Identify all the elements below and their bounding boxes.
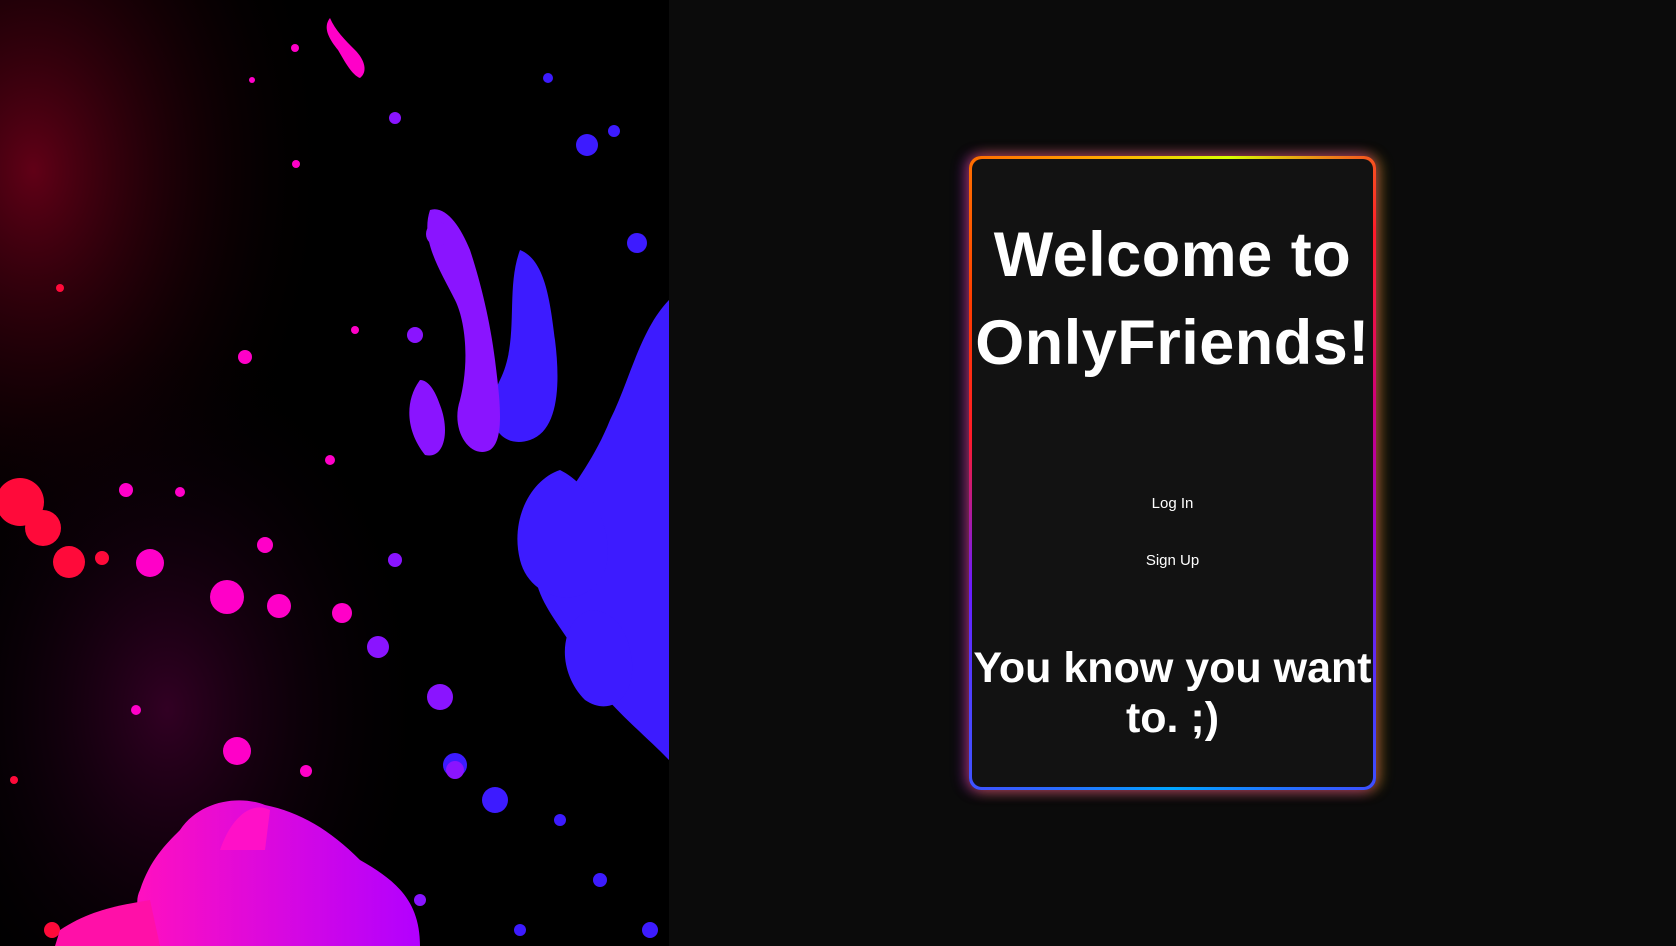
page: Welcome to OnlyFriends! Log In Sign Up Y… (0, 0, 1676, 946)
login-button[interactable]: Log In (1142, 491, 1204, 516)
auth-links: Log In Sign Up (972, 491, 1373, 573)
welcome-title: Welcome to OnlyFriends! (975, 220, 1370, 378)
tagline: You know you want to. ;) (973, 644, 1372, 742)
welcome-card-body: Welcome to OnlyFriends! Log In Sign Up Y… (972, 159, 1373, 787)
welcome-card: Welcome to OnlyFriends! Log In Sign Up Y… (969, 156, 1376, 790)
signup-button[interactable]: Sign Up (1136, 548, 1209, 573)
paint-splatter-art (0, 0, 669, 946)
